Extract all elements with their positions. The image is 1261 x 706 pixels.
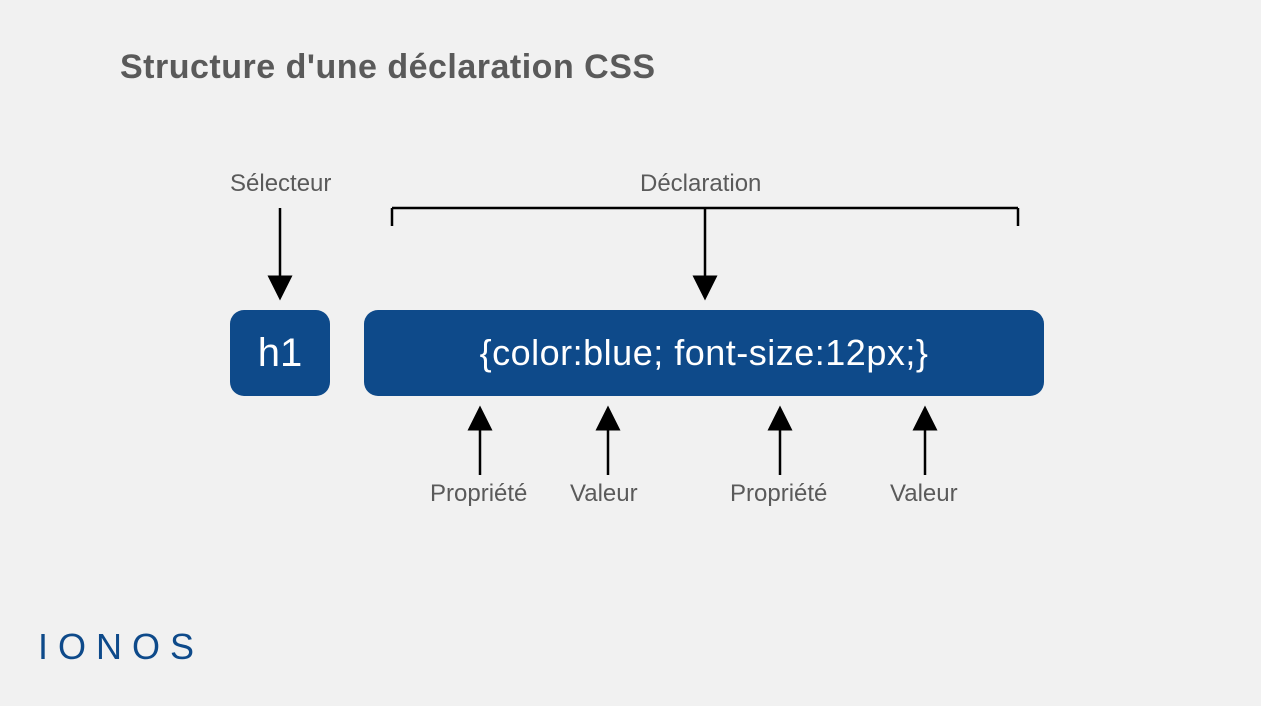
selector-box: h1 [230, 310, 330, 396]
page-title: Structure d'une déclaration CSS [120, 48, 656, 87]
label-value-1: Valeur [570, 480, 638, 508]
label-property-1: Propriété [430, 480, 527, 508]
label-selector: Sélecteur [230, 170, 331, 198]
label-declaration: Déclaration [640, 170, 761, 198]
css-diagram: Sélecteur Déclaration h1 {color:blue; fo… [120, 160, 1120, 580]
declaration-box: {color:blue; font-size:12px;} [364, 310, 1044, 396]
label-value-2: Valeur [890, 480, 958, 508]
label-property-2: Propriété [730, 480, 827, 508]
brand-logo: IONOS [38, 626, 204, 668]
